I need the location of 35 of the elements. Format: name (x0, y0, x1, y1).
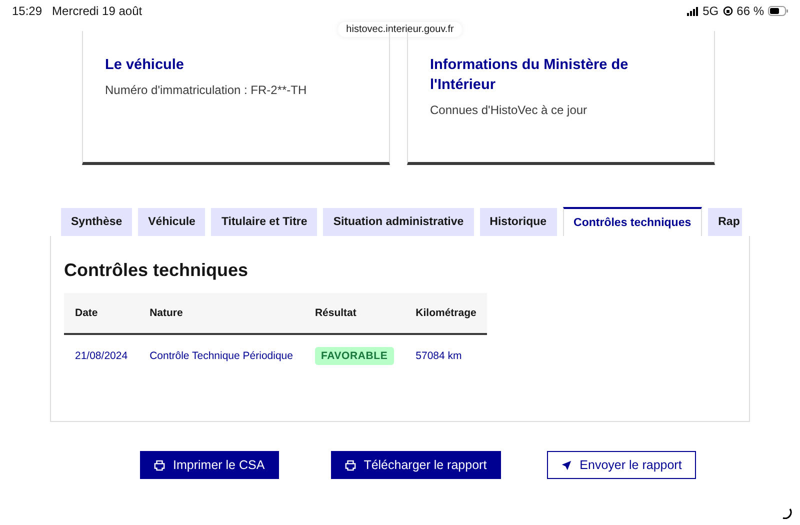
battery-percentage: 66 % (736, 4, 764, 18)
result-badge: FAVORABLE (314, 346, 394, 364)
section-title: Contrôles techniques (64, 260, 250, 281)
action-button[interactable]: Imprimer le CSA (140, 451, 279, 479)
tab[interactable]: Titulaire et Titre (211, 208, 318, 236)
table-cell: 21/08/2024 (64, 334, 139, 376)
tab[interactable]: Rap (708, 208, 742, 236)
signal-icon (686, 6, 699, 16)
printer-icon (154, 460, 165, 470)
address-bar[interactable]: histovec.interieur.gouv.fr (338, 22, 462, 37)
table-cell: Contrôle Technique Périodique (138, 334, 304, 376)
printer-icon (344, 460, 356, 470)
network-label: 5G (702, 4, 719, 18)
table-cell: 57084 km (404, 334, 488, 376)
action-button[interactable]: Télécharger le rapport (330, 451, 501, 479)
action-button[interactable]: Envoyer le rapport (546, 451, 696, 479)
card-text: Connues d'HistoVec à ce jour (430, 103, 588, 117)
send-icon (560, 460, 572, 470)
tab[interactable]: Situation administrative (323, 208, 474, 236)
lock-rotation-icon (722, 6, 733, 16)
status-date: Mercredi 19 août (52, 4, 142, 18)
column-header: Résultat (304, 293, 405, 334)
loading-spinner-icon (780, 507, 792, 519)
column-header: Date (64, 293, 139, 334)
card-text: Numéro d'immatriculation : FR-2**-TH (105, 83, 308, 97)
status-time: 15:29 (12, 4, 42, 18)
tab[interactable]: Synthèse (61, 208, 132, 236)
tab[interactable]: Contrôles techniques (562, 207, 702, 236)
battery-icon (768, 6, 788, 16)
card-title: Le véhicule (105, 56, 185, 75)
tab[interactable]: Véhicule (138, 208, 206, 236)
column-header: Nature (138, 293, 304, 334)
card-title: Informations du Ministère de l'Intérieur (430, 56, 630, 95)
tab[interactable]: Historique (480, 208, 557, 236)
column-header: Kilométrage (404, 293, 488, 334)
